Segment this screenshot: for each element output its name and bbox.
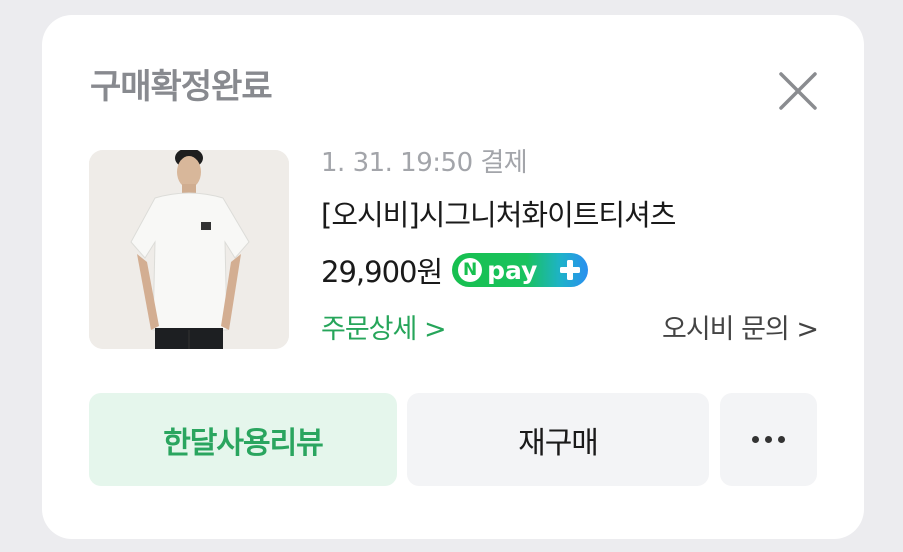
product-image[interactable] <box>89 150 289 349</box>
price-row: 29,900원 N pay <box>321 250 589 290</box>
more-dots-icon <box>752 436 785 443</box>
page-title: 구매확정완료 <box>90 67 273 107</box>
more-options-button[interactable] <box>720 393 817 486</box>
npay-n-icon: N <box>458 258 483 282</box>
npay-plus-badge: N pay <box>452 253 589 287</box>
npay-plus-icon <box>558 258 582 282</box>
seller-inquiry-link[interactable]: 오시비 문의 > <box>662 310 819 350</box>
order-detail-link[interactable]: 주문상세 > <box>321 310 447 350</box>
product-name[interactable]: [오시비]시그니처화이트티셔츠 <box>321 195 676 235</box>
payment-datetime: 1. 31. 19:50 결제 <box>321 148 528 178</box>
write-review-button[interactable]: 한달사용리뷰 <box>89 393 397 486</box>
product-price: 29,900원 <box>321 255 443 289</box>
rebuy-button[interactable]: 재구매 <box>407 393 709 486</box>
npay-label: pay <box>487 255 538 285</box>
purchase-confirm-card: 구매확정완료 1. 31. 19:50 결제 [오시비]시그니처화이트티셔츠 2… <box>42 15 864 539</box>
close-icon[interactable] <box>778 71 818 111</box>
